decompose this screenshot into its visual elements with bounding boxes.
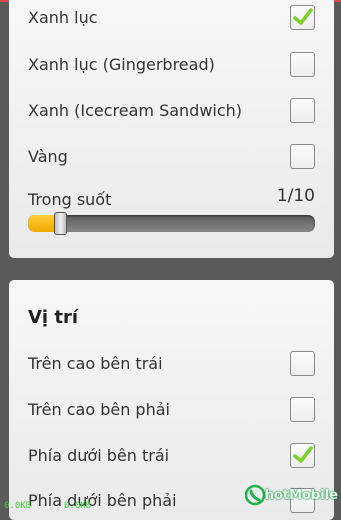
transparency-header: Trong suốt 1/10 (28, 186, 315, 210)
checkbox-ics[interactable] (290, 97, 315, 123)
option-label: Xanh (Icecream Sandwich) (28, 100, 243, 120)
watermark: hotMobile (244, 484, 338, 506)
option-label: Trên cao bên phải (28, 399, 170, 419)
color-option-yellow[interactable]: Vàng (28, 141, 315, 171)
position-option-bottom-left[interactable]: Phía dưới bên trái (28, 440, 315, 470)
checkbox-top-left[interactable] (290, 350, 315, 376)
transparency-slider[interactable] (28, 212, 315, 235)
option-label: Xanh lục (28, 7, 98, 27)
option-label: Phía dưới bên trái (28, 445, 170, 465)
option-label: Trên cao bên trái (28, 353, 163, 373)
position-option-top-right[interactable]: Trên cao bên phải (28, 394, 315, 424)
checkbox-yellow[interactable] (290, 143, 315, 169)
watermark-text: hotMobile (264, 487, 338, 503)
color-option-green[interactable]: Xanh lục (28, 2, 315, 32)
slider-thumb[interactable] (54, 212, 67, 235)
color-option-gingerbread[interactable]: Xanh lục (Gingerbread) (28, 49, 315, 79)
option-label: Vàng (28, 146, 68, 166)
checkbox-green[interactable] (290, 4, 315, 30)
transparency-value: 1/10 (276, 186, 315, 206)
transparency-label: Trong suốt (28, 190, 112, 209)
position-option-top-left[interactable]: Trên cao bên trái (28, 348, 315, 378)
colors-card: Xanh lục Xanh lục (Gingerbread) Xanh (Ic… (9, 0, 334, 258)
debug-readout-mid: 0.0KB (64, 501, 92, 511)
checkbox-gingerbread[interactable] (290, 51, 315, 77)
debug-readout-left: 0.0KB (4, 501, 32, 511)
checkbox-bottom-left[interactable] (290, 442, 315, 468)
checkbox-top-right[interactable] (290, 396, 315, 422)
checkmark-icon (292, 446, 313, 463)
section-title: Vị trí (28, 307, 79, 328)
option-label: Phía dưới bên phải (28, 490, 177, 510)
checkmark-icon (292, 8, 313, 25)
color-option-ics[interactable]: Xanh (Icecream Sandwich) (28, 95, 315, 125)
phone-icon (244, 484, 265, 506)
option-label: Xanh lục (Gingerbread) (28, 54, 215, 74)
